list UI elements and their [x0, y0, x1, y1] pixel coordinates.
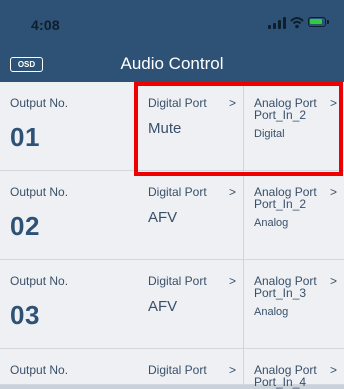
analog-port-cell[interactable]: Analog Port > Port_In_2 Digital: [254, 82, 344, 170]
chevron-right-icon: >: [329, 185, 337, 199]
chevron-right-icon: >: [329, 363, 337, 377]
output-number: 01: [10, 122, 40, 152]
analog-port-cell[interactable]: Analog Port > Port_In_3 Analog: [254, 260, 344, 348]
digital-port-label: Digital Port: [148, 274, 207, 288]
signal-icon: [268, 17, 288, 29]
digital-port-cell[interactable]: Digital Port > AFV: [140, 260, 244, 348]
analog-port-value: Port_In_2: [254, 108, 307, 122]
digital-port-value: Mute: [148, 120, 182, 137]
digital-port-value: AFV: [148, 209, 178, 226]
output-row-04[interactable]: Output No. Digital Port > Analog Port > …: [0, 349, 344, 389]
analog-port-type: Digital: [254, 128, 285, 140]
output-row-03[interactable]: Output No. 03 Digital Port > AFV Analog …: [0, 260, 344, 349]
chevron-right-icon: >: [228, 185, 236, 199]
analog-port-value: Port_In_3: [254, 286, 307, 300]
digital-port-cell[interactable]: Digital Port > AFV: [140, 171, 244, 259]
chevron-right-icon: >: [329, 96, 337, 110]
nav-bar: OSD Audio Control: [0, 46, 344, 82]
status-time: 4:08: [31, 17, 60, 33]
status-icons: [268, 17, 329, 29]
digital-port-cell[interactable]: Digital Port > Mute: [140, 82, 244, 170]
battery-charging-icon: [308, 17, 329, 27]
output-label: Output No.: [10, 363, 69, 377]
analog-port-cell[interactable]: Analog Port > Port_In_2 Analog: [254, 171, 344, 259]
analog-port-type: Analog: [254, 217, 289, 229]
chevron-right-icon: >: [228, 363, 236, 377]
output-number: 02: [10, 211, 40, 241]
chevron-right-icon: >: [228, 274, 236, 288]
output-label: Output No.: [10, 185, 69, 199]
output-row-01[interactable]: Output No. 01 Digital Port > Mute Analog…: [0, 82, 344, 171]
wifi-icon: [290, 17, 304, 29]
page-title: Audio Control: [120, 54, 224, 73]
chevron-right-icon: >: [329, 274, 337, 288]
digital-port-value: AFV: [148, 298, 178, 315]
status-bar: 4:08: [0, 0, 344, 46]
analog-port-cell[interactable]: Analog Port > Port_In_4: [254, 349, 344, 389]
analog-port-type: Analog: [254, 306, 289, 318]
digital-port-label: Digital Port: [148, 96, 207, 110]
output-label: Output No.: [10, 96, 69, 110]
digital-port-label: Digital Port: [148, 185, 207, 199]
output-number: 03: [10, 300, 40, 330]
digital-port-label: Digital Port: [148, 363, 207, 377]
analog-port-value: Port_In_2: [254, 197, 307, 211]
output-row-02[interactable]: Output No. 02 Digital Port > AFV Analog …: [0, 171, 344, 260]
digital-port-cell[interactable]: Digital Port >: [140, 349, 244, 384]
output-label: Output No.: [10, 274, 69, 288]
analog-port-value: Port_In_4: [254, 375, 307, 389]
chevron-right-icon: >: [228, 96, 236, 110]
